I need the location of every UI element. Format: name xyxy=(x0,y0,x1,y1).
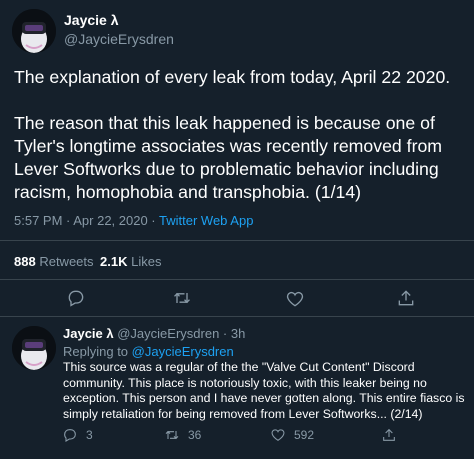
reply-reply-button[interactable]: 3 xyxy=(62,427,93,443)
retweets-stat[interactable]: 888 Retweets xyxy=(14,254,94,269)
like-count: 592 xyxy=(294,428,315,442)
reply-retweet-button[interactable]: 36 xyxy=(164,427,201,443)
divider xyxy=(0,279,474,280)
reply-like-button[interactable]: 592 xyxy=(270,427,314,443)
heart-icon xyxy=(286,291,304,307)
reply-icon xyxy=(64,429,76,442)
tweet-meta: 5:57 PM · Apr 22, 2020 · Twitter Web App xyxy=(14,213,253,228)
share-button[interactable] xyxy=(396,288,416,308)
author-handle[interactable]: @JaycieErysdren xyxy=(64,31,174,47)
reply-share-button[interactable] xyxy=(381,427,397,443)
tweet-timestamp[interactable]: 5:57 PM · Apr 22, 2020 · xyxy=(14,213,159,228)
likes-count: 2.1K xyxy=(100,254,128,269)
avatar[interactable] xyxy=(12,9,56,53)
share-icon xyxy=(398,290,414,306)
like-button[interactable] xyxy=(285,289,305,309)
replying-to-handle[interactable]: @JaycieErysdren xyxy=(132,344,234,359)
tweet-text-paragraph-1: The explanation of every leak from today… xyxy=(14,67,451,87)
reply-author-display-name[interactable]: Jaycie λ xyxy=(63,326,114,341)
divider xyxy=(0,316,474,317)
retweet-count: 36 xyxy=(188,428,202,442)
retweet-button[interactable] xyxy=(172,288,192,308)
replying-to: Replying to @JaycieErysdren xyxy=(63,344,234,359)
retweets-label: Retweets xyxy=(39,254,94,269)
tweet-text-paragraph-2: The reason that this leak happened is be… xyxy=(14,113,443,202)
reply-avatar[interactable] xyxy=(12,326,56,370)
retweet-icon xyxy=(174,292,190,304)
reply-header: Jaycie λ @JaycieErysdren · 3h xyxy=(63,326,245,341)
reply-author-handle[interactable]: @JaycieErysdren · 3h xyxy=(117,326,245,341)
tweet-source-link[interactable]: Twitter Web App xyxy=(159,213,253,228)
retweet-icon xyxy=(165,430,179,440)
share-icon xyxy=(383,428,395,441)
retweets-count: 888 xyxy=(14,254,36,269)
author-display-name[interactable]: Jaycie λ xyxy=(64,12,119,28)
reply-icon xyxy=(68,290,84,307)
divider xyxy=(0,240,474,241)
reply-count: 3 xyxy=(86,428,93,442)
likes-stat[interactable]: 2.1K Likes xyxy=(100,254,161,269)
likes-label: Likes xyxy=(131,254,162,269)
heart-icon xyxy=(271,429,285,441)
reply-button[interactable] xyxy=(66,288,86,308)
reply-tweet-text: This source was a regular of the the "Va… xyxy=(63,360,465,421)
replying-to-label: Replying to xyxy=(63,344,132,359)
